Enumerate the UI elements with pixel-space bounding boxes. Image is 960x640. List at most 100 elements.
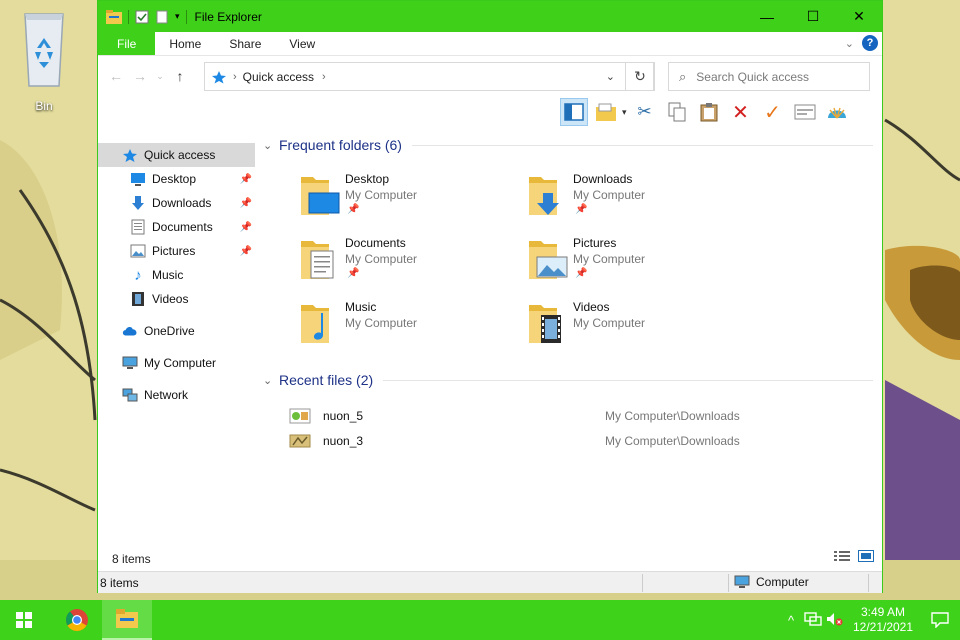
- frequent-folders-header[interactable]: ⌄ Frequent folders (6): [263, 137, 873, 153]
- download-arrow-icon: [130, 195, 146, 211]
- sidebar-item-quick-access[interactable]: Quick access: [98, 143, 255, 167]
- back-button[interactable]: ←: [104, 68, 128, 84]
- checkmark-icon: ✓: [764, 101, 781, 124]
- qat-dropdown-icon[interactable]: ▾: [175, 11, 180, 22]
- recycle-bin-shortcut[interactable]: Bin: [14, 8, 74, 113]
- taskbar-file-explorer[interactable]: [102, 600, 152, 640]
- collapse-chevron-icon[interactable]: ⌄: [263, 374, 277, 387]
- breadcrumb-quick-access[interactable]: Quick access: [243, 70, 314, 84]
- tab-view[interactable]: View: [275, 32, 329, 55]
- sidebar-item-network[interactable]: Network: [98, 383, 258, 407]
- pin-icon: 📌: [575, 204, 588, 215]
- close-button[interactable]: ✕: [836, 1, 882, 32]
- address-bar[interactable]: › Quick access › ⌄: [204, 62, 654, 91]
- file-name: nuon_5: [323, 409, 364, 423]
- title-bar[interactable]: ▾ File Explorer — ☐ ✕: [98, 1, 882, 32]
- options-button[interactable]: [823, 98, 851, 126]
- forward-arrow-icon: →: [133, 68, 147, 84]
- folder-tile-videos[interactable]: Videos My Computer: [527, 299, 747, 355]
- chevron-down-icon: ⌄: [156, 70, 164, 81]
- sidebar-item-onedrive[interactable]: OneDrive: [98, 319, 258, 343]
- start-button[interactable]: [0, 600, 48, 640]
- taskbar-chrome[interactable]: [52, 600, 102, 640]
- navigation-pane-button[interactable]: [560, 98, 588, 126]
- refresh-button[interactable]: ↻: [625, 62, 655, 91]
- large-icons-view-icon[interactable]: [858, 550, 874, 562]
- recent-file-row[interactable]: nuon_3 My Computer\Downloads: [289, 430, 849, 452]
- tab-file[interactable]: File: [98, 32, 156, 55]
- breadcrumb-chevron-icon[interactable]: ›: [322, 71, 326, 83]
- folder-name: Videos: [573, 300, 610, 314]
- sidebar-item-label: Videos: [152, 292, 189, 306]
- sidebar-item-my-computer[interactable]: My Computer: [98, 351, 258, 375]
- sidebar-item-videos[interactable]: Videos: [98, 287, 258, 311]
- taskbar: ^ 3:49 AM 12/21/2021: [0, 600, 960, 640]
- clock-date: 12/21/2021: [852, 620, 914, 634]
- address-dropdown-icon[interactable]: ⌄: [606, 70, 615, 83]
- recent-files-header[interactable]: ⌄ Recent files (2): [263, 372, 873, 388]
- document-icon: [130, 219, 146, 235]
- folder-location: My Computer: [573, 188, 646, 202]
- qat-separator-2: [185, 9, 187, 24]
- search-box[interactable]: ⌕ Search Quick access: [668, 62, 870, 91]
- shell-icon: [827, 107, 846, 119]
- folder-dropdown-icon[interactable]: ▾: [622, 107, 627, 118]
- sidebar-item-music[interactable]: ♪ Music: [98, 263, 258, 287]
- show-hidden-icons-icon[interactable]: ^: [780, 613, 802, 628]
- folder-tile-music[interactable]: Music My Computer: [299, 299, 519, 355]
- pictures-icon: [130, 243, 146, 259]
- tab-share[interactable]: Share: [215, 32, 275, 55]
- music-folder-icon: [301, 305, 329, 343]
- rename-button[interactable]: ✓: [759, 98, 787, 126]
- forward-button[interactable]: →: [128, 68, 152, 84]
- sidebar-item-documents[interactable]: Documents 📌: [98, 215, 258, 239]
- recent-locations-button[interactable]: ⌄: [152, 71, 168, 82]
- folder-location: My Computer: [345, 252, 418, 266]
- network-icon[interactable]: [802, 611, 824, 629]
- copy-button[interactable]: [663, 98, 691, 126]
- folder-name: Music: [345, 300, 377, 314]
- properties-button[interactable]: [791, 98, 819, 126]
- up-button[interactable]: ↑: [168, 68, 192, 84]
- details-view-icon[interactable]: [834, 550, 850, 562]
- maximize-button[interactable]: ☐: [790, 1, 836, 32]
- action-center-button[interactable]: [920, 612, 960, 628]
- new-folder-button[interactable]: [592, 98, 620, 126]
- pin-icon[interactable]: 📌: [240, 246, 252, 257]
- expand-ribbon-icon[interactable]: ⌄: [845, 37, 854, 50]
- help-button[interactable]: ?: [862, 35, 878, 51]
- sidebar-item-pictures[interactable]: Pictures 📌: [98, 239, 258, 263]
- cut-button[interactable]: ✂: [631, 98, 659, 126]
- folder-name: Documents: [345, 236, 406, 250]
- tab-home[interactable]: Home: [155, 32, 215, 55]
- group-title: Frequent folders (6): [279, 137, 402, 153]
- status-divider: [728, 574, 729, 592]
- folder-app-icon: [106, 9, 122, 24]
- sidebar-item-downloads[interactable]: Downloads 📌: [98, 191, 258, 215]
- volume-muted-icon[interactable]: [824, 612, 846, 629]
- folder-tile-downloads[interactable]: Downloads My Computer 📌: [527, 171, 747, 227]
- pin-icon[interactable]: 📌: [240, 174, 252, 185]
- folder-tile-desktop[interactable]: Desktop My Computer 📌: [299, 171, 519, 227]
- breadcrumb-separator-icon[interactable]: ›: [233, 71, 237, 83]
- sidebar-item-desktop[interactable]: Desktop 📌: [98, 167, 258, 191]
- folder-tile-pictures[interactable]: Pictures My Computer 📌: [527, 235, 747, 291]
- taskbar-clock[interactable]: 3:49 AM 12/21/2021: [846, 605, 920, 635]
- pin-icon[interactable]: 📌: [240, 198, 252, 209]
- up-arrow-icon: ↑: [176, 68, 184, 84]
- folder-tile-documents[interactable]: Documents My Computer 📌: [299, 235, 519, 291]
- item-count: 8 items: [112, 552, 151, 566]
- content-area: ⌄ Frequent folders (6) Desktop My Comput…: [261, 131, 881, 541]
- new-folder-icon[interactable]: [155, 10, 169, 24]
- paste-button[interactable]: [695, 98, 723, 126]
- minimize-button[interactable]: —: [744, 1, 790, 32]
- properties-icon[interactable]: [135, 10, 149, 24]
- folder-location: My Computer: [345, 316, 418, 330]
- scissors-icon: ✂: [637, 102, 652, 121]
- sidebar-item-label: OneDrive: [144, 324, 195, 338]
- collapse-chevron-icon[interactable]: ⌄: [263, 139, 277, 152]
- recent-file-row[interactable]: nuon_5 My Computer\Downloads: [289, 405, 849, 427]
- delete-button[interactable]: ✕: [727, 98, 755, 126]
- pin-icon[interactable]: 📌: [240, 222, 252, 233]
